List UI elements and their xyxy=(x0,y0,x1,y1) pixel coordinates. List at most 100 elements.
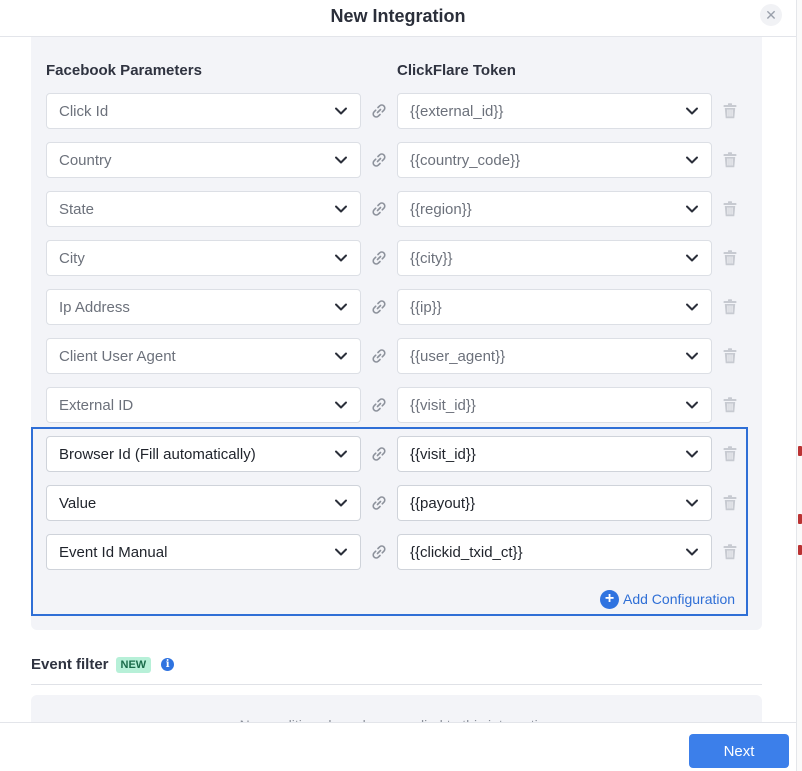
facebook-parameter-select[interactable]: Value xyxy=(46,485,361,521)
link-icon xyxy=(370,151,388,169)
link-icon xyxy=(370,102,388,120)
chevron-down-icon xyxy=(335,352,347,360)
trash-icon[interactable] xyxy=(723,446,737,462)
trash-icon[interactable] xyxy=(723,544,737,560)
clickflare-token-select[interactable]: {{city}} xyxy=(397,240,712,276)
clickflare-token-select[interactable]: {{clickid_txid_ct}} xyxy=(397,534,712,570)
clickflare-token-select[interactable]: {{region}} xyxy=(397,191,712,227)
background-window-edge xyxy=(796,0,802,771)
chevron-down-icon xyxy=(335,401,347,409)
chevron-down-icon xyxy=(335,499,347,507)
chevron-down-icon xyxy=(335,548,347,556)
clickflare-token-header: ClickFlare Token xyxy=(397,62,516,79)
close-button[interactable]: ✕ xyxy=(760,4,782,26)
chevron-down-icon xyxy=(335,450,347,458)
plus-circle-icon: + xyxy=(600,589,619,609)
clickflare-token-select[interactable]: {{user_agent}} xyxy=(397,338,712,374)
facebook-parameter-select[interactable]: Ip Address xyxy=(46,289,361,325)
event-filter-heading: Event filter NEW i xyxy=(31,656,175,673)
chevron-down-icon xyxy=(335,107,347,115)
facebook-parameter-value: City xyxy=(59,249,85,267)
link-icon xyxy=(370,347,388,365)
link-icon xyxy=(370,445,388,463)
chevron-down-icon xyxy=(686,401,698,409)
facebook-parameter-value: Event Id Manual xyxy=(59,543,168,561)
trash-icon[interactable] xyxy=(723,250,737,266)
facebook-parameter-value: State xyxy=(59,200,95,218)
chevron-down-icon xyxy=(686,499,698,507)
chevron-down-icon xyxy=(686,352,698,360)
close-icon: ✕ xyxy=(765,6,777,23)
dialog-footer: Next xyxy=(0,722,796,771)
clickflare-token-value: {{ip}} xyxy=(410,298,442,316)
trash-icon[interactable] xyxy=(723,495,737,511)
event-filter-title: Event filter xyxy=(31,656,109,673)
new-badge: NEW xyxy=(115,656,152,673)
facebook-parameter-value: Browser Id (Fill automatically) xyxy=(59,445,256,463)
facebook-parameter-select[interactable]: Country xyxy=(46,142,361,178)
clickflare-token-value: {{visit_id}} xyxy=(410,445,476,463)
link-icon xyxy=(370,543,388,561)
chevron-down-icon xyxy=(686,254,698,262)
trash-icon[interactable] xyxy=(723,152,737,168)
facebook-parameter-select[interactable]: Client User Agent xyxy=(46,338,361,374)
clickflare-token-select[interactable]: {{payout}} xyxy=(397,485,712,521)
chevron-down-icon xyxy=(686,107,698,115)
facebook-parameter-select[interactable]: Event Id Manual xyxy=(46,534,361,570)
chevron-down-icon xyxy=(686,450,698,458)
divider xyxy=(31,684,762,685)
clickflare-token-select[interactable]: {{country_code}} xyxy=(397,142,712,178)
clickflare-token-value: {{external_id}} xyxy=(410,102,504,120)
clickflare-token-select[interactable]: {{visit_id}} xyxy=(397,436,712,472)
clickflare-token-value: {{payout}} xyxy=(410,494,476,512)
clickflare-token-value: {{country_code}} xyxy=(410,151,521,169)
chevron-down-icon xyxy=(686,205,698,213)
clickflare-token-value: {{city}} xyxy=(410,249,453,267)
add-configuration-button[interactable]: + Add Configuration xyxy=(600,589,735,609)
clickflare-token-select[interactable]: {{ip}} xyxy=(397,289,712,325)
background-mark xyxy=(798,514,802,524)
clickflare-token-value: {{clickid_txid_ct}} xyxy=(410,543,523,561)
clickflare-token-select[interactable]: {{visit_id}} xyxy=(397,387,712,423)
chevron-down-icon xyxy=(335,303,347,311)
trash-icon[interactable] xyxy=(723,201,737,217)
clickflare-token-value: {{user_agent}} xyxy=(410,347,506,365)
dialog-header: New Integration ✕ xyxy=(0,0,796,37)
trash-icon[interactable] xyxy=(723,103,737,119)
background-mark xyxy=(798,545,802,555)
facebook-parameter-select[interactable]: Browser Id (Fill automatically) xyxy=(46,436,361,472)
add-configuration-label: Add Configuration xyxy=(623,591,736,607)
clickflare-token-value: {{visit_id}} xyxy=(410,396,476,414)
facebook-parameter-value: Click Id xyxy=(59,102,109,120)
link-icon xyxy=(370,249,388,267)
chevron-down-icon xyxy=(686,548,698,556)
facebook-parameter-value: Ip Address xyxy=(59,298,130,316)
background-mark xyxy=(798,446,802,456)
facebook-parameters-header: Facebook Parameters xyxy=(46,62,202,79)
trash-icon[interactable] xyxy=(723,299,737,315)
facebook-parameter-select[interactable]: Click Id xyxy=(46,93,361,129)
chevron-down-icon xyxy=(335,156,347,164)
facebook-parameter-select[interactable]: External ID xyxy=(46,387,361,423)
next-button[interactable]: Next xyxy=(689,734,789,768)
chevron-down-icon xyxy=(686,156,698,164)
link-icon xyxy=(370,494,388,512)
facebook-parameter-value: Value xyxy=(59,494,97,512)
facebook-parameter-value: Country xyxy=(59,151,112,169)
facebook-parameter-value: External ID xyxy=(59,396,134,414)
link-icon xyxy=(370,396,388,414)
facebook-parameter-value: Client User Agent xyxy=(59,347,176,365)
facebook-parameter-select[interactable]: City xyxy=(46,240,361,276)
chevron-down-icon xyxy=(335,254,347,262)
link-icon xyxy=(370,298,388,316)
clickflare-token-value: {{region}} xyxy=(410,200,472,218)
trash-icon[interactable] xyxy=(723,348,737,364)
chevron-down-icon xyxy=(335,205,347,213)
link-icon xyxy=(370,200,388,218)
chevron-down-icon xyxy=(686,303,698,311)
clickflare-token-select[interactable]: {{external_id}} xyxy=(397,93,712,129)
facebook-parameter-select[interactable]: State xyxy=(46,191,361,227)
dialog-title: New Integration xyxy=(330,6,466,26)
info-icon[interactable]: i xyxy=(161,658,175,671)
trash-icon[interactable] xyxy=(723,397,737,413)
